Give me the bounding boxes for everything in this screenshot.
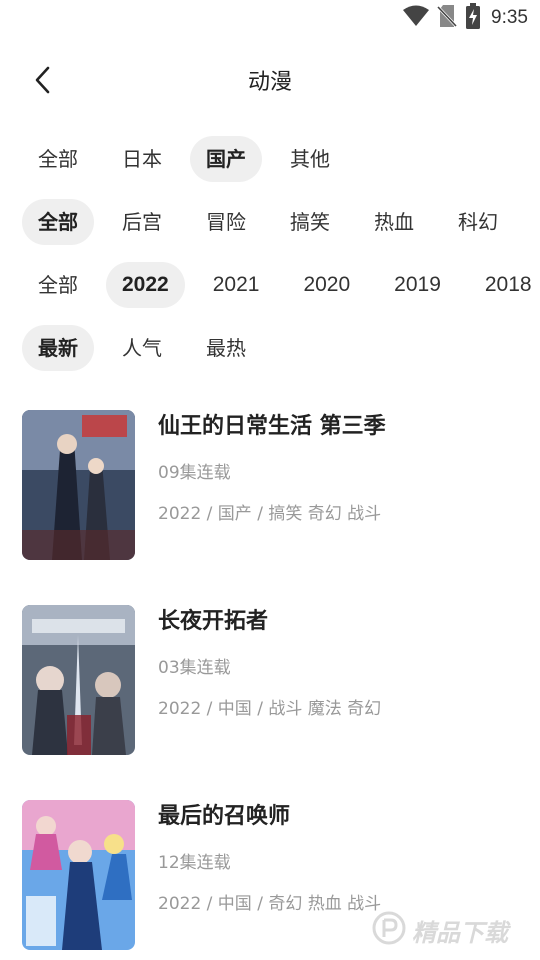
header: 动漫	[0, 52, 540, 108]
filter-region-domestic[interactable]: 国产	[190, 136, 262, 182]
filter-region-all[interactable]: 全部	[22, 136, 94, 182]
cover-image	[22, 605, 135, 755]
cover-image	[22, 800, 135, 950]
item-title: 长夜开拓者	[158, 609, 269, 634]
watermark-text: 精品下载	[412, 918, 508, 947]
filter-row-year: 全部 2022 2021 2020 2019 2018	[22, 262, 540, 308]
no-sim-icon	[436, 4, 458, 32]
filter-region-japan[interactable]: 日本	[106, 136, 178, 182]
status-bar: 9:35	[0, 0, 540, 36]
filter-row-genre: 全部 后宫 冒险 搞笑 热血 科幻	[22, 199, 540, 245]
filter-year-2018[interactable]: 2018	[469, 262, 540, 308]
item-episodes: 03集连载	[158, 658, 231, 678]
filter-genre-adventure[interactable]: 冒险	[190, 199, 262, 245]
sort-popular[interactable]: 人气	[106, 325, 178, 371]
status-time: 9:35	[491, 7, 528, 28]
watermark: 精品下载	[372, 908, 532, 952]
item-episodes: 09集连载	[158, 463, 231, 483]
filter-genre-harem[interactable]: 后宫	[106, 199, 178, 245]
filter-region-other[interactable]: 其他	[274, 136, 346, 182]
sort-hottest[interactable]: 最热	[190, 325, 262, 371]
filter-row-region: 全部 日本 国产 其他	[22, 136, 540, 182]
item-tags: 2022 / 中国 / 奇幻 热血 战斗	[158, 894, 382, 914]
item-tags: 2022 / 国产 / 搞笑 奇幻 战斗	[158, 504, 382, 524]
item-tags: 2022 / 中国 / 战斗 魔法 奇幻	[158, 699, 382, 719]
status-icons: 9:35	[403, 3, 528, 33]
cover-image	[22, 410, 135, 560]
filter-genre-comedy[interactable]: 搞笑	[274, 199, 346, 245]
item-title: 仙王的日常生活 第三季	[158, 414, 386, 439]
wifi-icon	[403, 5, 430, 31]
filter-year-all[interactable]: 全部	[22, 262, 94, 308]
filter-year-2020[interactable]: 2020	[287, 262, 366, 308]
sort-latest[interactable]: 最新	[22, 325, 94, 371]
filter-year-2021[interactable]: 2021	[197, 262, 276, 308]
item-episodes: 12集连载	[158, 853, 231, 873]
filter-genre-all[interactable]: 全部	[22, 199, 94, 245]
page-title: 动漫	[247, 70, 292, 95]
filter-year-2022[interactable]: 2022	[106, 262, 185, 308]
item-title: 最后的召唤师	[158, 804, 291, 829]
filter-row-sort: 最新 人气 最热	[22, 325, 540, 371]
filter-year-2019[interactable]: 2019	[378, 262, 457, 308]
list-item[interactable]: 仙王的日常生活 第三季 09集连载 2022 / 国产 / 搞笑 奇幻 战斗	[22, 400, 522, 560]
watermark-logo-icon	[372, 911, 406, 949]
list-item[interactable]: 长夜开拓者 03集连载 2022 / 中国 / 战斗 魔法 奇幻	[22, 595, 522, 755]
filter-genre-hotblood[interactable]: 热血	[358, 199, 430, 245]
filter-genre-scifi[interactable]: 科幻	[442, 199, 514, 245]
battery-charging-icon	[465, 3, 481, 33]
